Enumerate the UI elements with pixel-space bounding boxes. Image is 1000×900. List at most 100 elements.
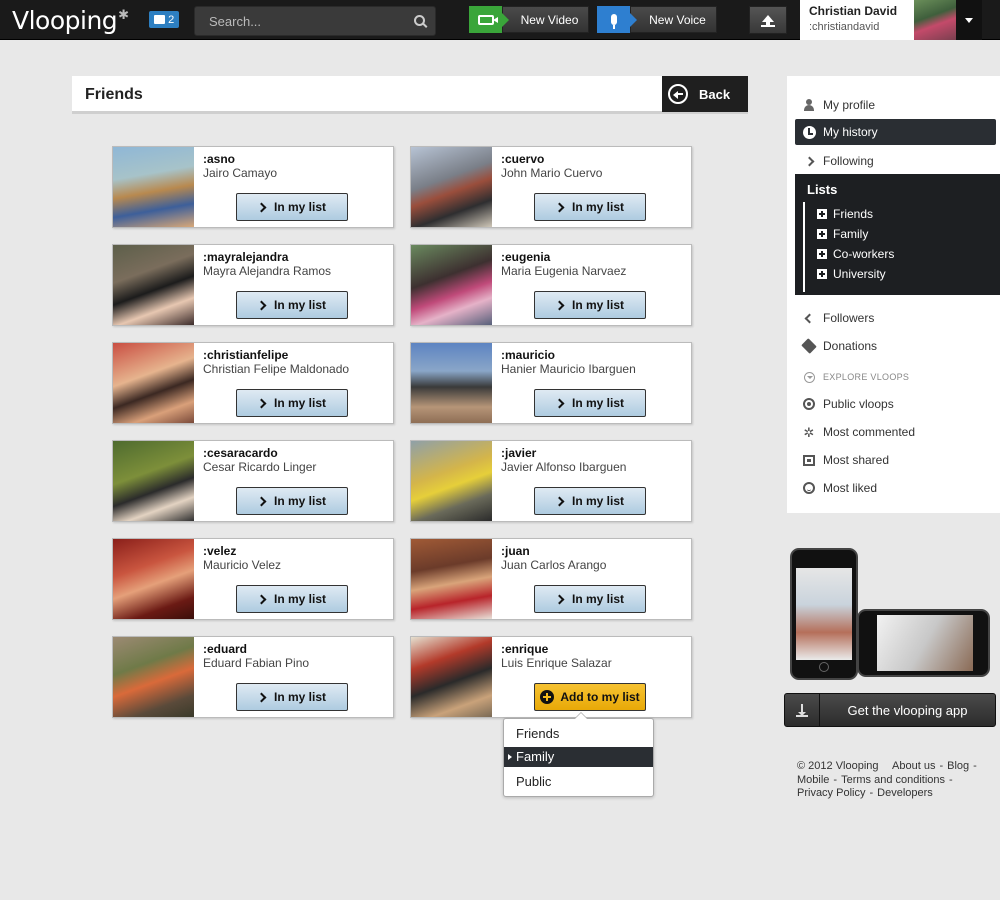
new-video-button[interactable]: New Video [469, 6, 589, 33]
new-video-label: New Video [502, 6, 589, 33]
in-my-list-button[interactable]: In my list [534, 291, 646, 319]
sidebar-item-my-profile[interactable]: My profile [787, 92, 1000, 118]
new-voice-button[interactable]: New Voice [597, 6, 717, 33]
footer-link-about[interactable]: About us [892, 760, 935, 772]
friend-photo[interactable] [113, 343, 194, 423]
button-label: In my list [273, 396, 326, 410]
get-app-label: Get the vlooping app [847, 702, 968, 718]
list-item-friends[interactable]: Friends [817, 206, 873, 222]
footer-link-mobile[interactable]: Mobile [797, 774, 829, 786]
user-dropdown-button[interactable] [956, 0, 982, 40]
footer-copyright: © 2012 Vlooping [797, 760, 879, 772]
list-item-co-workers[interactable]: Co-workers [817, 246, 894, 262]
friend-name: John Mario Cuervo [501, 166, 603, 180]
download-icon [785, 694, 820, 726]
search-input[interactable] [195, 7, 395, 35]
footer-link-developers[interactable]: Developers [877, 787, 933, 799]
friend-handle[interactable]: :velez [203, 544, 236, 558]
sidebar-item-label: Most shared [823, 453, 890, 467]
footer-link-terms[interactable]: Terms and conditions [841, 774, 945, 786]
friend-handle[interactable]: :cesaracardo [203, 446, 278, 460]
sidebar-item-following[interactable]: Following [787, 148, 1000, 174]
dropdown-option-friends[interactable]: Friends [504, 724, 653, 744]
friend-handle[interactable]: :juan [501, 544, 530, 558]
messages-button[interactable]: 2 [149, 11, 179, 28]
sidebar-item-donations[interactable]: Donations [787, 333, 1000, 359]
user-menu[interactable]: Christian David :christiandavid [800, 0, 956, 40]
footer-link-blog[interactable]: Blog [947, 760, 969, 772]
plus-icon [817, 269, 827, 279]
friend-handle[interactable]: :cuervo [501, 152, 544, 166]
globe-icon [803, 398, 815, 410]
friend-handle[interactable]: :eugenia [501, 250, 550, 264]
friend-photo[interactable] [113, 147, 194, 227]
chevron-left-icon [804, 313, 814, 323]
friend-handle[interactable]: :mayralejandra [203, 250, 288, 264]
search-icon[interactable] [414, 15, 425, 26]
friend-handle[interactable]: :mauricio [501, 348, 555, 362]
get-app-button[interactable]: Get the vlooping app [784, 693, 996, 727]
friend-photo[interactable] [113, 245, 194, 325]
in-my-list-button[interactable]: In my list [236, 291, 348, 319]
friend-handle[interactable]: :enrique [501, 642, 548, 656]
friend-photo[interactable] [113, 441, 194, 521]
list-item-university[interactable]: University [817, 266, 886, 282]
list-item-label: Co-workers [833, 247, 895, 261]
sidebar-item-most-liked[interactable]: Most liked [787, 475, 1000, 501]
friend-handle[interactable]: :christianfelipe [203, 348, 288, 362]
avatar[interactable] [914, 0, 956, 40]
logo-sparkle-icon: ✱ [118, 8, 129, 23]
in-my-list-button[interactable]: In my list [534, 585, 646, 613]
footer-link-privacy[interactable]: Privacy Policy [797, 787, 865, 799]
page-header: Friends Back [72, 76, 748, 114]
friend-handle[interactable]: :asno [203, 152, 235, 166]
friend-photo[interactable] [411, 245, 492, 325]
sidebar-item-most-commented[interactable]: ✲ Most commented [787, 419, 1000, 445]
in-my-list-button[interactable]: In my list [534, 487, 646, 515]
sidebar-item-most-shared[interactable]: Most shared [787, 447, 1000, 473]
chevron-right-icon [554, 300, 565, 310]
list-item-label: Family [833, 227, 869, 241]
explore-vloops-header[interactable]: EXPLORE VLOOPS [787, 364, 1000, 390]
friend-card: :eugenia Maria Eugenia Narvaez In my list [410, 244, 692, 326]
in-my-list-button[interactable]: In my list [236, 487, 348, 515]
in-my-list-button[interactable]: In my list [534, 193, 646, 221]
friend-name: Cesar Ricardo Linger [203, 460, 317, 474]
friend-name: Jairo Camayo [203, 166, 278, 180]
friend-photo[interactable] [113, 539, 194, 619]
vlooping-logo[interactable]: Vlooping✱ [12, 6, 129, 35]
list-item-family[interactable]: Family [817, 226, 868, 242]
friend-handle[interactable]: :javier [501, 446, 536, 460]
friend-photo[interactable] [411, 637, 492, 717]
add-to-list-button[interactable]: Add to my list [534, 683, 646, 711]
friend-photo[interactable] [113, 637, 194, 717]
button-label: In my list [571, 298, 624, 312]
button-label: In my list [273, 200, 326, 214]
in-my-list-button[interactable]: In my list [236, 193, 348, 221]
sidebar-item-my-history[interactable]: My history [795, 119, 996, 145]
chevron-right-icon [554, 202, 565, 212]
upload-button[interactable] [749, 6, 787, 34]
sidebar-item-label: Donations [823, 339, 878, 353]
person-icon [804, 99, 814, 111]
back-button[interactable]: Back [662, 76, 748, 112]
friend-handle[interactable]: :eduard [203, 642, 247, 656]
in-my-list-button[interactable]: In my list [534, 389, 646, 417]
sidebar-item-label: My history [823, 125, 878, 139]
upload-icon [762, 14, 774, 26]
sidebar-item-followers[interactable]: Followers [787, 305, 1000, 331]
in-my-list-button[interactable]: In my list [236, 389, 348, 417]
chevron-right-icon [554, 594, 565, 604]
in-my-list-button[interactable]: In my list [236, 585, 348, 613]
list-item-label: University [833, 267, 886, 281]
sidebar-item-public-vloops[interactable]: Public vloops [787, 391, 1000, 417]
dropdown-option-public[interactable]: Public [504, 772, 653, 792]
friend-photo[interactable] [411, 441, 492, 521]
friend-photo[interactable] [411, 147, 492, 227]
friend-name: Hanier Mauricio Ibarguen [501, 362, 636, 376]
friend-card: :asno Jairo Camayo In my list [112, 146, 394, 228]
dropdown-option-family[interactable]: Family [504, 747, 653, 767]
friend-photo[interactable] [411, 539, 492, 619]
friend-photo[interactable] [411, 343, 492, 423]
in-my-list-button[interactable]: In my list [236, 683, 348, 711]
